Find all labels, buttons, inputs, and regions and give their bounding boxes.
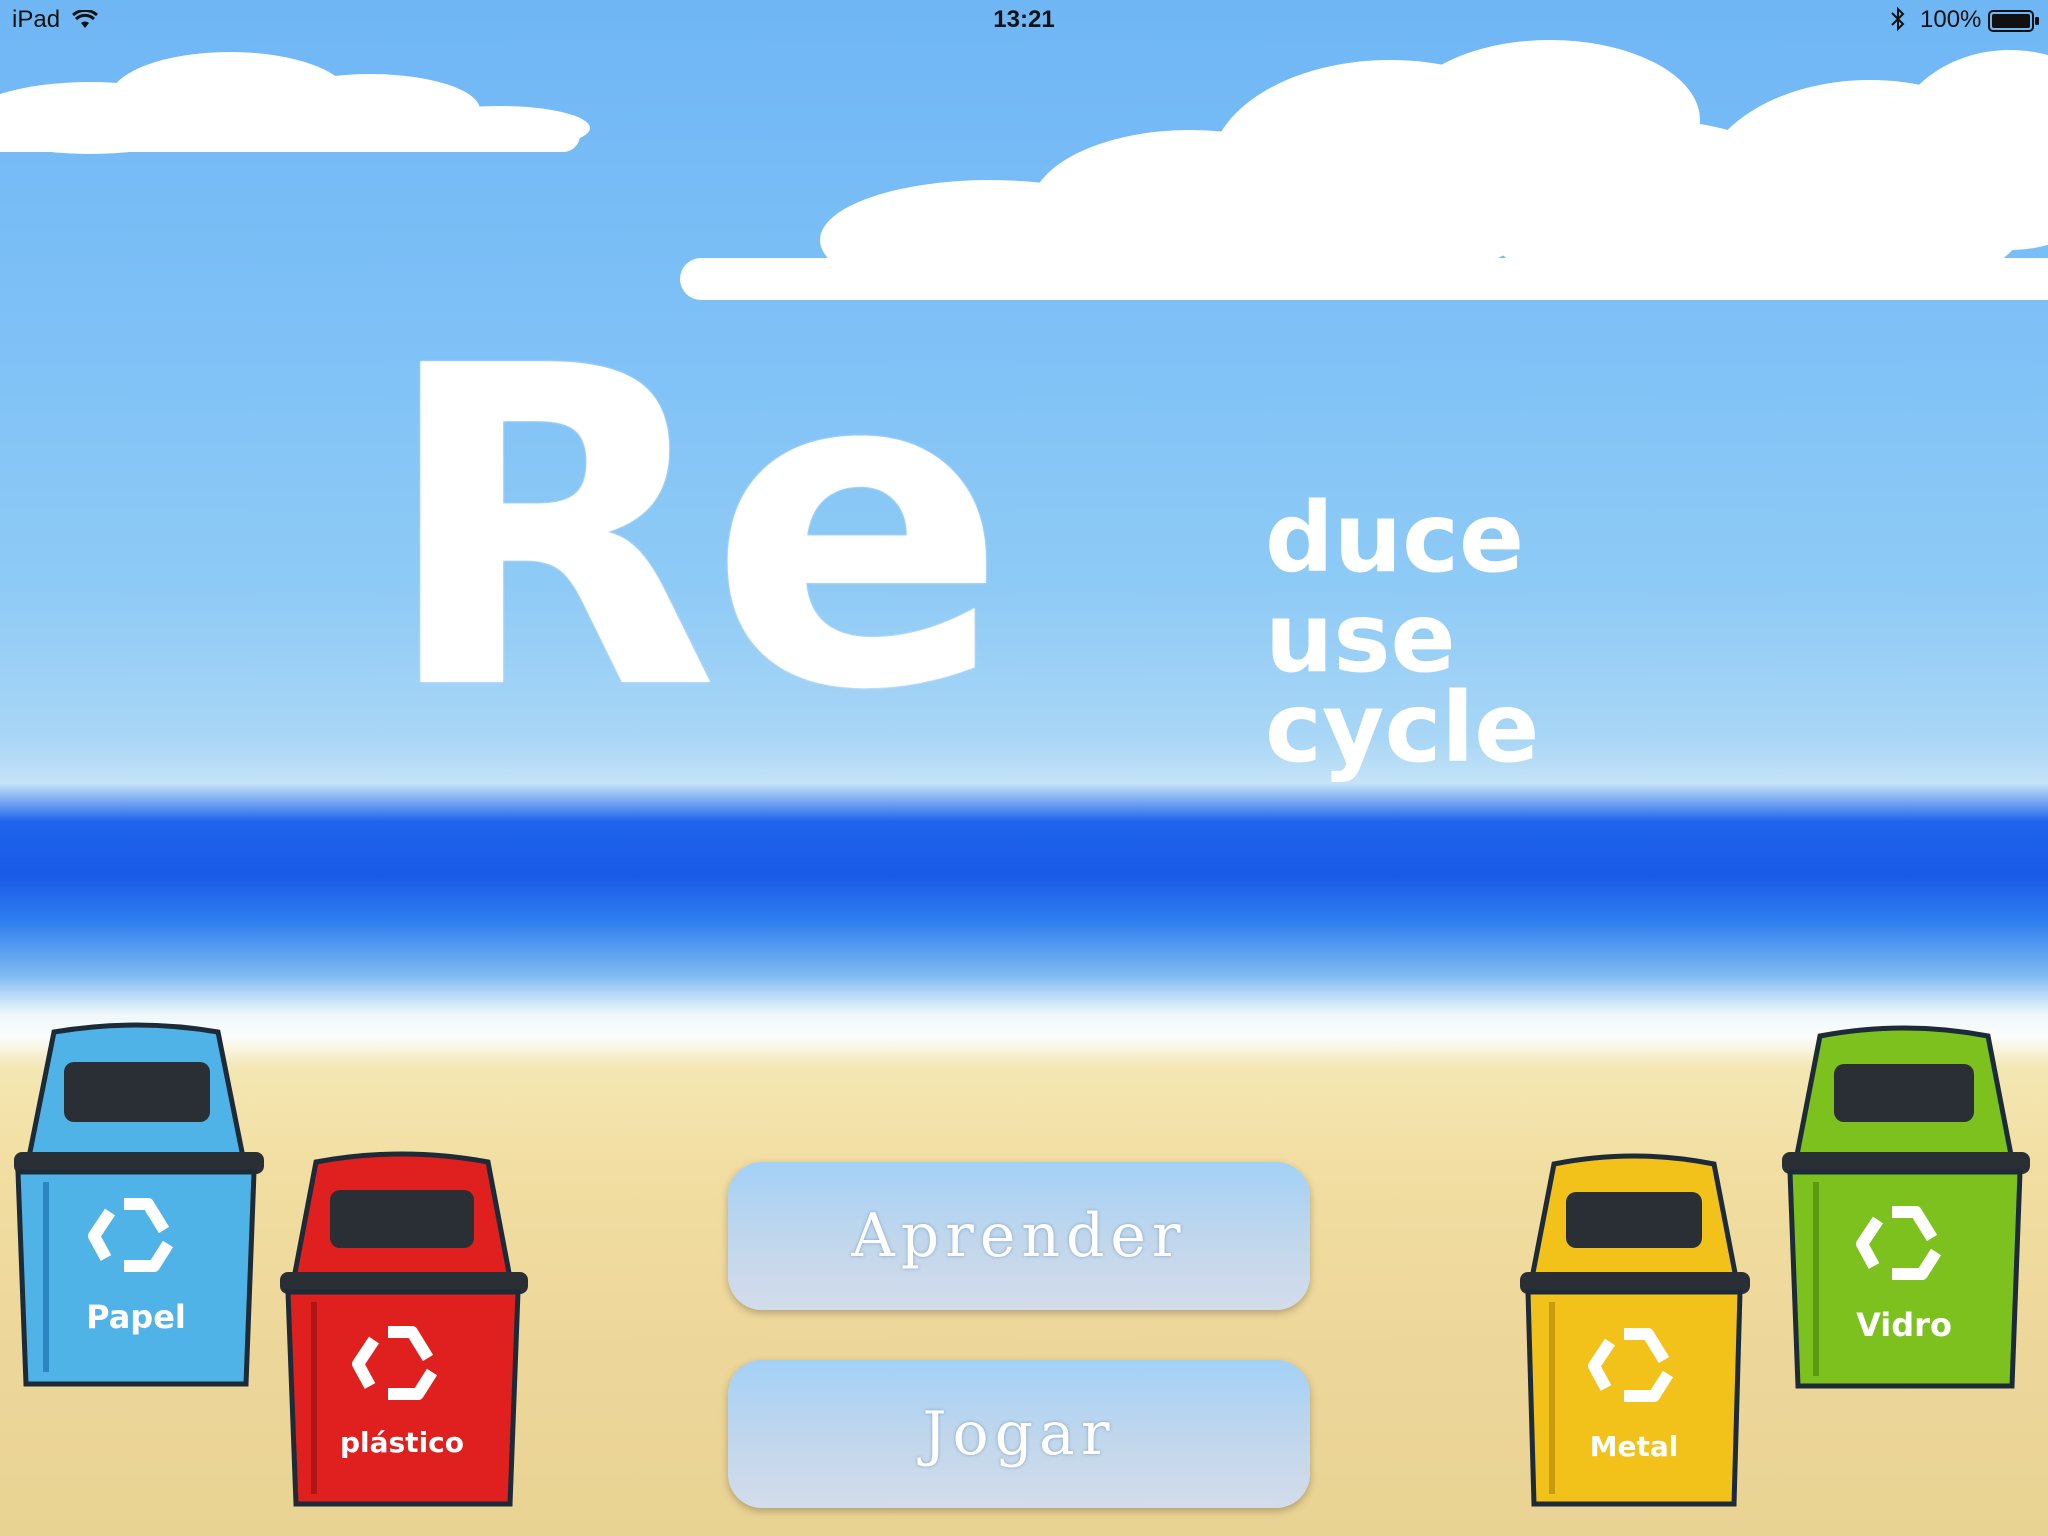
bin-glass: Vidro — [1776, 1024, 2032, 1396]
clock: 13:21 — [993, 6, 1055, 33]
game-main-menu: iPad 13:21 100% Re duce use cycle Aprend… — [0, 0, 2048, 1536]
logo-suffix-cycle: cycle — [1265, 672, 1540, 784]
bin-metal: Metal — [1514, 1152, 1754, 1514]
bin-paper: Papel — [6, 1022, 266, 1394]
game-logo: Re duce use cycle — [380, 310, 1630, 810]
bluetooth-icon — [1890, 6, 1906, 39]
learn-button[interactable]: Aprender — [728, 1162, 1310, 1310]
recycle-icon — [352, 1326, 438, 1400]
logo-prefix: Re — [380, 274, 1007, 786]
status-bar: iPad 13:21 100% — [0, 0, 2048, 40]
bin-label: plástico — [339, 1426, 465, 1459]
cloud-left — [0, 52, 590, 154]
bin-label: Vidro — [1856, 1306, 1952, 1344]
bin-label: Papel — [86, 1298, 186, 1336]
logo-suffix-duce: duce — [1265, 482, 1525, 594]
recycle-icon — [1856, 1206, 1942, 1280]
bin-plastic: plástico — [274, 1150, 530, 1514]
cloud-right — [680, 40, 2048, 300]
recycle-icon — [88, 1198, 174, 1272]
battery-full-icon — [1988, 10, 2040, 39]
recycle-icon — [1588, 1328, 1674, 1402]
bin-label: Metal — [1589, 1430, 1679, 1463]
battery-percentage: 100% — [1920, 6, 1982, 33]
play-button[interactable]: Jogar — [728, 1360, 1310, 1508]
